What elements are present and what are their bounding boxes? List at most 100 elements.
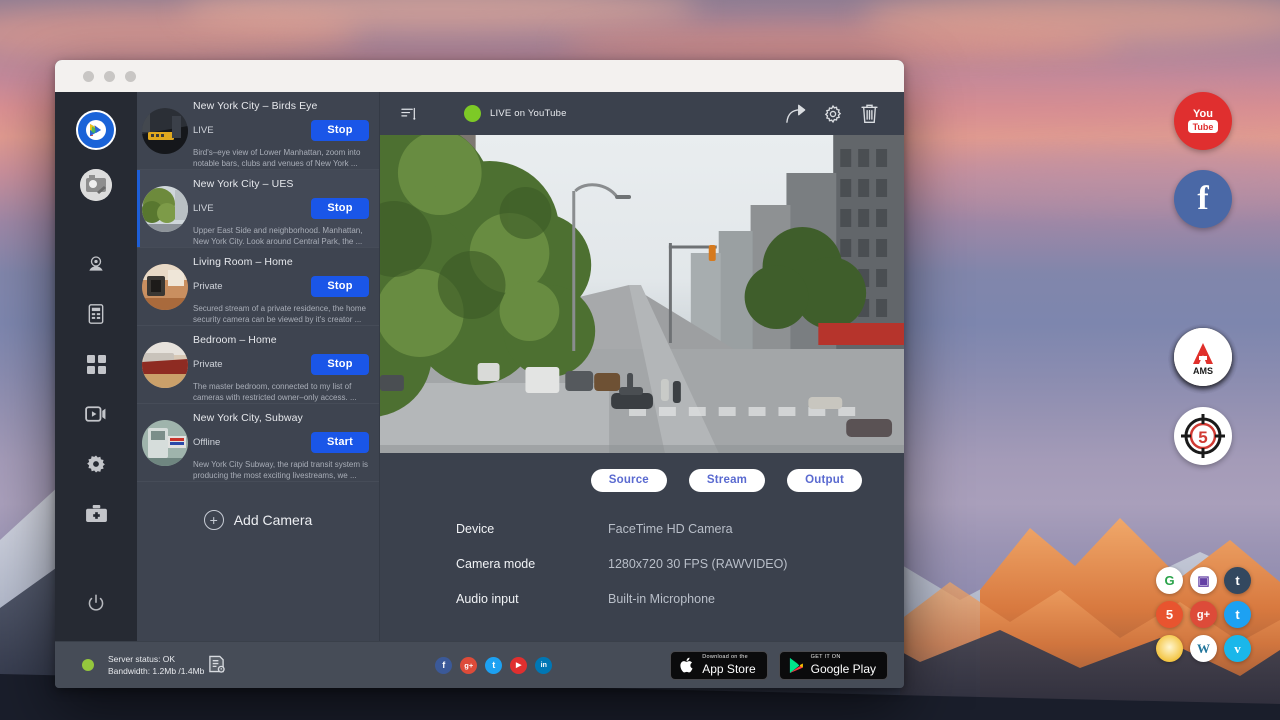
social-links[interactable]: f g+ t ▶ in <box>435 657 552 674</box>
camera-state: LIVE <box>193 203 214 214</box>
window-body: New York City – Birds Eye LIVE Stop Bird… <box>55 92 904 641</box>
facebook-icon[interactable]: f <box>435 657 452 674</box>
svg-text:5: 5 <box>1198 428 1207 447</box>
rail-item-tools[interactable] <box>55 489 137 539</box>
camera-title: New York City – Birds Eye <box>193 100 369 112</box>
server-status-text: Server status: OK Bandwidth: 1.2Mb /1.4M… <box>108 653 204 678</box>
g-icon[interactable]: G <box>1156 567 1183 594</box>
app-store-text: Download on the App Store <box>702 655 755 675</box>
camera-toggle-button[interactable]: Start <box>311 432 369 453</box>
gear-icon <box>86 454 106 474</box>
google-plus-icon[interactable]: g+ <box>460 657 477 674</box>
share-button[interactable] <box>777 92 814 135</box>
camera-description: New York City Subway, the rapid transit … <box>193 460 369 482</box>
camera-thumbnail <box>142 108 188 154</box>
gear-icon <box>823 104 843 124</box>
window-minimize-button[interactable] <box>104 71 115 82</box>
document-icon <box>87 304 105 324</box>
camera-state: Private <box>193 359 223 370</box>
store-badges[interactable]: Download on the App Store GET IT ON Goog… <box>670 651 888 680</box>
rail-item-power[interactable] <box>87 594 105 617</box>
view-tabs[interactable]: Source Stream Output <box>380 453 904 492</box>
rail-item-settings[interactable] <box>55 439 137 489</box>
live-status-dot <box>464 105 481 122</box>
vimeo-icon[interactable]: v <box>1224 635 1251 662</box>
info-row: Device FaceTime HD Camera <box>456 522 904 536</box>
info-key: Camera mode <box>456 557 608 571</box>
settings-button[interactable] <box>814 92 851 135</box>
target5-desktop-icon[interactable]: 5 <box>1174 407 1232 465</box>
info-value[interactable]: 1280x720 30 FPS (RAWVIDEO) <box>608 557 787 571</box>
camera-row: Private Stop <box>193 276 369 297</box>
facebook-desktop-icon[interactable]: f <box>1174 170 1232 228</box>
google-play-small: GET IT ON <box>811 655 876 661</box>
five-icon[interactable]: 5 <box>1156 601 1183 628</box>
rail-item-cameras[interactable] <box>55 239 137 289</box>
rail-item-broadcasts[interactable] <box>55 389 137 439</box>
live-status-label: LIVE on YouTube <box>490 108 567 119</box>
youtube-desktop-icon[interactable]: You Tube <box>1174 92 1232 150</box>
google-play-badge[interactable]: GET IT ON Google Play <box>779 651 888 680</box>
camera-row: Private Stop <box>193 354 369 375</box>
app-logo[interactable] <box>76 110 116 150</box>
camera-thumbnail <box>142 264 188 310</box>
twitter-icon[interactable]: t <box>485 657 502 674</box>
camera-title: Living Room – Home <box>193 256 369 268</box>
camera-toggle-button[interactable]: Stop <box>311 198 369 219</box>
desktop: New York City – Birds Eye LIVE Stop Bird… <box>0 0 1280 720</box>
camera-list-item[interactable]: Living Room – Home Private Stop Secured … <box>137 248 379 326</box>
camera-list-item[interactable]: Bedroom – Home Private Stop The master b… <box>137 326 379 404</box>
google-plus-small-icon[interactable]: g+ <box>1190 601 1217 628</box>
log-icon-glyph <box>208 655 225 673</box>
camera-row: LIVE Stop <box>193 120 369 141</box>
youtube-icon[interactable]: ▶ <box>510 657 527 674</box>
info-value[interactable]: Built-in Microphone <box>608 592 715 606</box>
camera-title: New York City – UES <box>193 178 369 190</box>
info-key: Audio input <box>456 592 608 606</box>
window-titlebar <box>55 60 904 92</box>
app-store-badge[interactable]: Download on the App Store <box>670 651 767 680</box>
sort-filter-button[interactable] <box>380 106 436 121</box>
tab-stream[interactable]: Stream <box>689 469 765 492</box>
twitter-small-icon[interactable]: t <box>1224 601 1251 628</box>
camera-list-item[interactable]: New York City – UES LIVE Stop Upper East… <box>137 170 379 248</box>
camera-list-item[interactable]: New York City, Subway Offline Start New … <box>137 404 379 482</box>
log-document-icon[interactable] <box>208 655 225 678</box>
user-avatar[interactable] <box>80 169 112 201</box>
live-status-chip: LIVE on YouTube <box>464 105 567 122</box>
tab-source[interactable]: Source <box>591 469 667 492</box>
google-play-icon <box>789 657 804 674</box>
status-bar: Server status: OK Bandwidth: 1.2Mb /1.4M… <box>55 641 904 688</box>
rail-item-dashboard[interactable] <box>55 339 137 389</box>
sun-icon[interactable] <box>1156 635 1183 662</box>
twitch-icon[interactable]: ▣ <box>1190 567 1217 594</box>
share-icon <box>785 104 807 124</box>
wordpress-icon[interactable]: W <box>1190 635 1217 662</box>
power-icon <box>87 594 105 612</box>
rail-item-logs[interactable] <box>55 289 137 339</box>
main-topbar: LIVE on YouTube <box>380 92 904 135</box>
main-panel: LIVE on YouTube <box>380 92 904 641</box>
camera-row: LIVE Stop <box>193 198 369 219</box>
adobe-ams-glyph: AMS <box>1180 334 1226 380</box>
camera-toggle-button[interactable]: Stop <box>311 120 369 141</box>
window-close-button[interactable] <box>83 71 94 82</box>
facebook-glyph: f <box>1197 180 1208 218</box>
tumblr-icon[interactable]: t <box>1224 567 1251 594</box>
add-camera-button[interactable]: + Add Camera <box>137 510 379 530</box>
google-play-big: Google Play <box>811 663 876 675</box>
camera-toggle-button[interactable]: Stop <box>311 354 369 375</box>
camera-list-item[interactable]: New York City – Birds Eye LIVE Stop Bird… <box>137 92 379 170</box>
delete-button[interactable] <box>851 92 888 135</box>
camera-list[interactable]: New York City – Birds Eye LIVE Stop Bird… <box>137 92 380 641</box>
svg-text:You: You <box>1193 108 1213 120</box>
camera-toggle-button[interactable]: Stop <box>311 276 369 297</box>
video-preview[interactable] <box>380 135 904 453</box>
adobe-ams-desktop-icon-main[interactable]: AMS <box>1174 328 1232 386</box>
window-maximize-button[interactable] <box>125 71 136 82</box>
camera-description: Bird's–eye view of Lower Manhattan, zoom… <box>193 148 369 170</box>
info-value[interactable]: FaceTime HD Camera <box>608 522 733 536</box>
linkedin-icon[interactable]: in <box>535 657 552 674</box>
tab-output[interactable]: Output <box>787 469 862 492</box>
camera-description: Secured stream of a private residence, t… <box>193 304 369 326</box>
